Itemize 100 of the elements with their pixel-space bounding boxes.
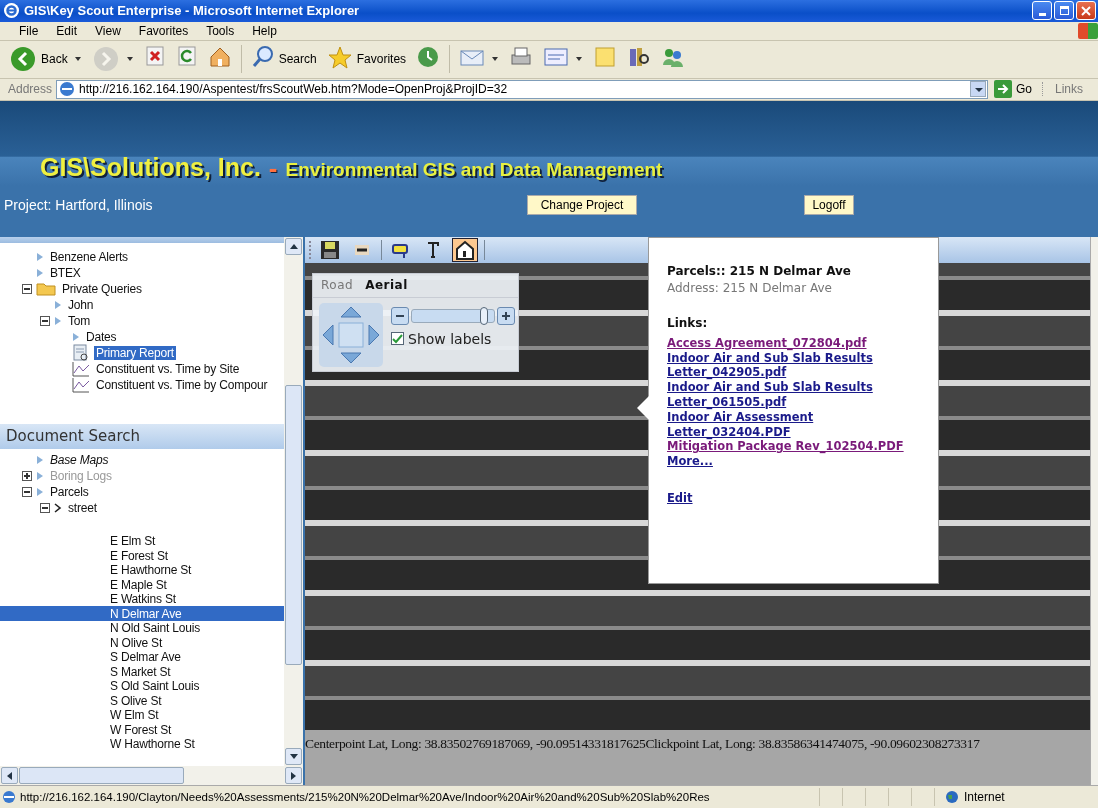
page-scrollbar[interactable]	[1090, 236, 1098, 786]
triangle-icon	[36, 267, 44, 278]
go-button[interactable]: Go	[992, 80, 1038, 99]
horizontal-scrollbar[interactable]	[0, 766, 303, 786]
zoom-slider-track[interactable]	[411, 308, 495, 323]
minimize-button[interactable]	[1032, 1, 1052, 21]
triangle-icon	[36, 251, 44, 262]
triangle-icon	[36, 486, 44, 497]
scroll-thumb[interactable]	[285, 384, 302, 665]
menu-item[interactable]: Help	[243, 23, 286, 38]
tree-item[interactable]: Benzene Alerts	[48, 249, 130, 264]
document-link[interactable]: Indoor Air and Sub Slab Results Letter_042905.pdf	[667, 350, 925, 381]
tree-item[interactable]: W Elm St	[108, 708, 161, 722]
document-link[interactable]: Access Agreement_072804.pdf	[667, 335, 925, 351]
tree-item[interactable]: E Elm St	[108, 534, 158, 548]
tree-item[interactable]: S Old Saint Louis	[108, 679, 202, 693]
project-label: Project: Hartford, Illinois	[4, 197, 154, 214]
tree-item[interactable]: BTEX	[48, 265, 83, 280]
document-link[interactable]: More...	[667, 454, 925, 469]
triangle-icon	[36, 454, 44, 465]
status-url-text: http://216.162.164.190/Clayton/Needs%20Assessments/215%20N%20Delmar%20Ave/Indoor%20Air%20and%20Sub%20Slab%20Res	[20, 791, 710, 803]
tree-item[interactable]: E Forest St	[108, 548, 170, 563]
show-labels-label: Show labels	[408, 330, 492, 347]
close-button[interactable]	[1076, 1, 1096, 21]
triangle-icon	[54, 299, 62, 310]
collapse-toggle[interactable]	[40, 315, 50, 326]
back-button[interactable]: Back	[6, 43, 71, 76]
tree-item[interactable]: N Old Saint Louis	[108, 621, 202, 635]
line-chart-icon	[72, 376, 90, 393]
tree-item[interactable]: Private Queries	[60, 281, 144, 296]
globe-icon	[945, 790, 959, 804]
window-title: GIS\Key Scout Enterprise - Microsoft Internet Explorer	[24, 3, 361, 19]
tree-item[interactable]: N Delmar Ave	[108, 606, 184, 621]
scroll-right-button[interactable]	[285, 767, 302, 785]
scroll-thumb[interactable]	[19, 767, 184, 785]
tree-item[interactable]: Base Maps	[48, 452, 111, 467]
page-icon	[59, 81, 76, 98]
tree-item[interactable]: S Delmar Ave	[108, 650, 183, 664]
menu-item[interactable]: Tools	[197, 23, 244, 38]
triangle-icon	[72, 331, 80, 342]
zone-label: Internet	[964, 790, 1005, 804]
tree-item[interactable]: E Maple St	[108, 577, 169, 592]
collapse-toggle[interactable]	[22, 283, 32, 294]
browser-logo-icon	[4, 3, 19, 19]
search-button[interactable]: Search	[247, 43, 320, 76]
menu-item[interactable]: Favorites	[129, 23, 198, 38]
document-link[interactable]: Mitigation Package Rev_102504.PDF	[667, 439, 925, 455]
menu-item[interactable]: Edit	[47, 23, 87, 38]
edit-link[interactable]: Edit	[667, 490, 693, 506]
tree-item[interactable]: John	[66, 297, 96, 312]
close-icon	[1081, 6, 1091, 16]
tree-item[interactable]: Parcels	[48, 484, 91, 499]
logoff-button[interactable]: Logoff	[804, 195, 854, 216]
maximize-button[interactable]	[1054, 1, 1074, 21]
dropdown-caret-icon[interactable]	[492, 57, 499, 62]
zoom-in-button[interactable]	[497, 306, 515, 325]
tree-item[interactable]: E Hawthorne St	[108, 563, 194, 577]
tree-item[interactable]: street	[66, 500, 99, 515]
tree-item[interactable]: Dates	[84, 329, 119, 344]
page-icon	[2, 790, 16, 804]
menu-item[interactable]: View	[86, 23, 130, 38]
map-view-tab[interactable]: Road	[321, 278, 354, 293]
favorites-button[interactable]: Favorites	[323, 43, 410, 76]
vertical-scrollbar[interactable]	[284, 236, 303, 767]
zoom-slider-thumb[interactable]	[480, 306, 489, 325]
document-link[interactable]: Indoor Air and Sub Slab Results Letter_061505.pdf	[667, 380, 925, 410]
links-button[interactable]: Links	[1042, 82, 1094, 97]
tree-item[interactable]: Constituent vs. Time by Site	[94, 361, 242, 376]
tree-item[interactable]: Primary Report	[94, 345, 176, 360]
address-field[interactable]: http://216.162.164.190/Aspentest/frsScoutWeb.htm?Mode=OpenProj&ProjID=32	[56, 79, 988, 99]
zoom-out-button[interactable]	[391, 306, 409, 325]
map-view-tab[interactable]: Aerial	[365, 278, 408, 293]
house-tool-button[interactable]	[452, 237, 478, 262]
dropdown-caret-icon[interactable]	[970, 81, 986, 98]
tree-item[interactable]: Constituent vs. Time by Compour	[94, 377, 270, 392]
links-heading: Links:	[667, 315, 708, 330]
collapse-toggle[interactable]	[40, 502, 50, 513]
dropdown-caret-icon[interactable]	[576, 57, 583, 62]
tree-item[interactable]: W Forest St	[108, 722, 174, 737]
tree-item[interactable]: W Hawthorne St	[108, 737, 197, 751]
scroll-up-button[interactable]	[285, 237, 302, 255]
scroll-down-button[interactable]	[285, 748, 302, 766]
tree-item[interactable]: Tom	[66, 313, 93, 328]
report-icon	[72, 343, 90, 362]
collapse-toggle[interactable]	[22, 486, 32, 497]
menu-item[interactable]: File	[10, 23, 48, 38]
document-link[interactable]: Indoor Air Assessment Letter_032404.PDF	[667, 409, 925, 440]
section-header: Document Search	[0, 423, 284, 449]
tree-item[interactable]: S Market St	[108, 664, 173, 679]
dropdown-caret-icon[interactable]	[74, 57, 81, 62]
show-labels-checkbox[interactable]	[391, 332, 404, 346]
tree-item[interactable]: N Olive St	[108, 635, 164, 650]
address-label: Address	[8, 82, 53, 97]
change-project-button[interactable]: Change Project	[527, 195, 637, 216]
folder-icon	[36, 281, 56, 296]
scroll-left-button[interactable]	[1, 767, 18, 785]
banner-subtitle: Environmental GIS and Data Management	[285, 157, 663, 181]
triangle-icon	[54, 315, 62, 326]
tree-item[interactable]: S Olive St	[108, 693, 164, 708]
tree-item[interactable]: E Watkins St	[108, 592, 178, 606]
